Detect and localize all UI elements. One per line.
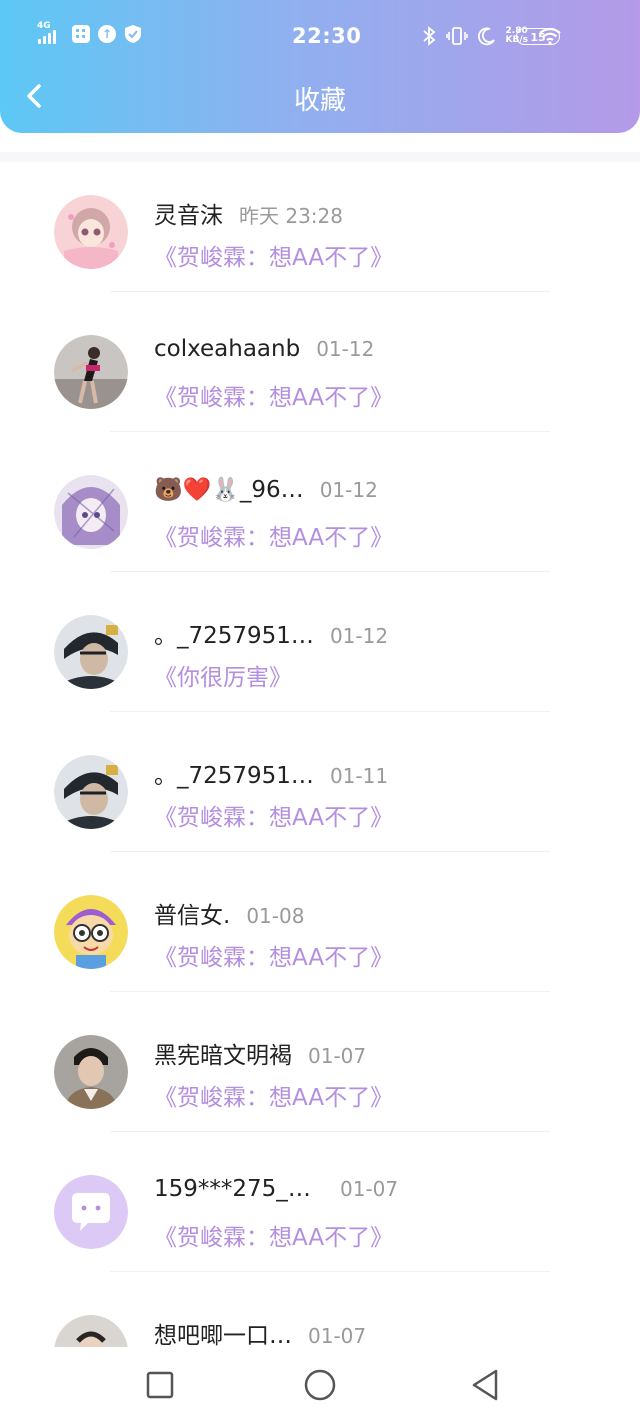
work-title[interactable]: 《贺峻霖：想AA不了》	[154, 238, 393, 272]
work-title[interactable]: 《贺峻霖：想AA不了》	[154, 1078, 393, 1112]
timestamp: 01-08	[246, 904, 305, 928]
username: colxeahaanb	[154, 336, 301, 362]
battery-indicator: 15	[516, 28, 560, 45]
list-item[interactable]: 灵音沫 昨天 23:28 《贺峻霖：想AA不了》	[0, 152, 640, 292]
work-title[interactable]: 《贺峻霖：想AA不了》	[154, 378, 393, 412]
list-item[interactable]: 🐻❤️🐰_96… 01-12 《贺峻霖：想AA不了》	[0, 432, 640, 572]
page-title: 收藏	[293, 86, 346, 116]
app-notification-icon	[72, 25, 90, 43]
list-item[interactable]: 159***275_5… 01-07 《贺峻霖：想AA不了》	[0, 1132, 640, 1272]
username: 灵音沫	[154, 203, 223, 229]
signal-icon: 4G	[36, 22, 64, 46]
timestamp: 01-12	[316, 337, 375, 361]
moon-icon	[477, 27, 495, 46]
list-item[interactable]: 。_7257951… 01-12 《你很厉害》	[0, 572, 640, 712]
work-title[interactable]: 《贺峻霖：想AA不了》	[154, 798, 393, 832]
timestamp: 01-07	[308, 1044, 367, 1068]
username: 想吧唧一口…	[154, 1323, 292, 1347]
username: 。_7257951…	[154, 763, 314, 789]
shield-icon	[125, 25, 141, 43]
status-bar: 4G ↑ 22:30 2.80 KB/s 15	[0, 0, 640, 72]
list-item[interactable]: 普信女. 01-08 《贺峻霖：想AA不了》	[0, 852, 640, 992]
username: 159***275_5…	[154, 1176, 324, 1202]
avatar[interactable]	[54, 1315, 128, 1347]
upload-icon: ↑	[98, 25, 116, 43]
timestamp: 01-12	[319, 478, 378, 502]
avatar[interactable]	[54, 1035, 128, 1109]
work-title[interactable]: 《贺峻霖：想AA不了》	[154, 1218, 393, 1252]
avatar[interactable]	[54, 1175, 128, 1249]
timestamp: 01-07	[308, 1324, 367, 1347]
list-item[interactable]: colxeahaanb 01-12 《贺峻霖：想AA不了》	[0, 292, 640, 432]
avatar[interactable]	[54, 475, 128, 549]
status-time: 22:30	[292, 24, 362, 48]
username: 🐻❤️🐰_96…	[154, 477, 304, 503]
bluetooth-icon	[422, 26, 435, 46]
timestamp: 01-11	[329, 764, 389, 788]
system-nav-bar	[0, 1347, 640, 1422]
username: 黑宪暗文明褐	[154, 1043, 292, 1069]
avatar[interactable]	[54, 895, 128, 969]
timestamp: 01-12	[329, 624, 389, 648]
list-item[interactable]: 。_7257951… 01-11 《贺峻霖：想AA不了》	[0, 712, 640, 852]
list-item[interactable]: 黑宪暗文明褐 01-07 《贺峻霖：想AA不了》	[0, 992, 640, 1132]
work-title[interactable]: 《你很厉害》	[154, 658, 292, 692]
work-title[interactable]: 《贺峻霖：想AA不了》	[154, 518, 393, 552]
vibrate-icon	[445, 27, 468, 45]
timestamp: 01-07	[340, 1177, 399, 1201]
username: 。_7257951…	[154, 623, 314, 649]
recent-apps-button[interactable]	[140, 1365, 180, 1405]
top-header: 4G ↑ 22:30 2.80 KB/s 15 收藏	[0, 0, 640, 133]
home-button[interactable]	[300, 1365, 340, 1405]
avatar[interactable]	[54, 195, 128, 269]
avatar[interactable]	[54, 335, 128, 409]
network-type: 4G	[37, 21, 51, 31]
list-item[interactable]: 想吧唧一口… 01-07	[0, 1272, 640, 1347]
username: 普信女.	[154, 903, 231, 929]
timestamp: 昨天 23:28	[239, 204, 343, 228]
favorites-list[interactable]: 灵音沫 昨天 23:28 《贺峻霖：想AA不了》 colxeahaanb 01-…	[0, 152, 640, 1347]
avatar[interactable]	[54, 755, 128, 829]
work-title[interactable]: 《贺峻霖：想AA不了》	[154, 938, 393, 972]
avatar[interactable]	[54, 615, 128, 689]
back-nav-button[interactable]	[466, 1365, 506, 1405]
